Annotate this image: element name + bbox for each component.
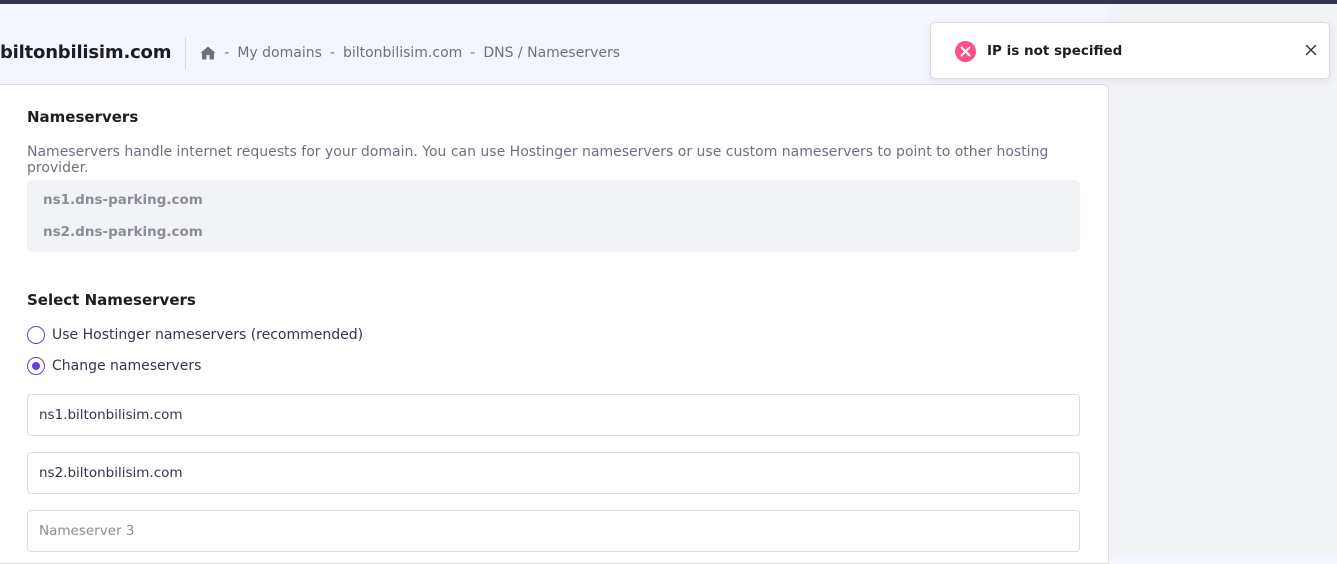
breadcrumb-my-domains[interactable]: My domains — [237, 45, 322, 61]
current-nameserver-1: ns1.dns-parking.com — [43, 192, 203, 208]
option-label: Use Hostinger nameservers (recommended) — [52, 327, 364, 343]
breadcrumb: - My domains - biltonbilisim.com - DNS /… — [186, 45, 620, 61]
breadcrumb-separator: - — [224, 45, 230, 61]
close-icon[interactable] — [1303, 42, 1319, 58]
select-nameservers-title: Select Nameservers — [27, 291, 196, 309]
current-nameservers-box: ns1.dns-parking.com ns2.dns-parking.com — [27, 180, 1080, 252]
right-background — [1108, 4, 1337, 555]
page-header: biltonbilisim.com - My domains - biltonb… — [0, 36, 620, 70]
option-hostinger-nameservers[interactable]: Use Hostinger nameservers (recommended) — [27, 326, 363, 344]
toast-message: IP is not specified — [987, 43, 1123, 59]
breadcrumb-domain[interactable]: biltonbilisim.com — [343, 45, 462, 61]
breadcrumb-separator: - — [470, 45, 476, 61]
page-title: biltonbilisim.com — [0, 37, 187, 69]
home-icon[interactable] — [200, 46, 216, 60]
nameserver-3-input[interactable] — [27, 510, 1080, 552]
option-label: Change nameservers — [52, 358, 202, 374]
nameserver-1-input[interactable] — [27, 394, 1080, 436]
radio-button[interactable] — [27, 326, 45, 344]
current-nameserver-2: ns2.dns-parking.com — [43, 224, 203, 240]
nameservers-description: Nameservers handle internet requests for… — [27, 144, 1049, 176]
radio-button-checked[interactable] — [27, 357, 45, 375]
breadcrumb-current: DNS / Nameservers — [483, 45, 621, 61]
error-toast: IP is not specified — [930, 22, 1330, 79]
nameservers-title: Nameservers — [27, 108, 139, 126]
nameserver-2-input[interactable] — [27, 452, 1080, 494]
error-x-icon — [955, 41, 976, 62]
breadcrumb-separator: - — [329, 45, 335, 61]
option-change-nameservers[interactable]: Change nameservers — [27, 357, 201, 375]
nameservers-card: Nameservers Nameservers handle internet … — [0, 84, 1109, 564]
